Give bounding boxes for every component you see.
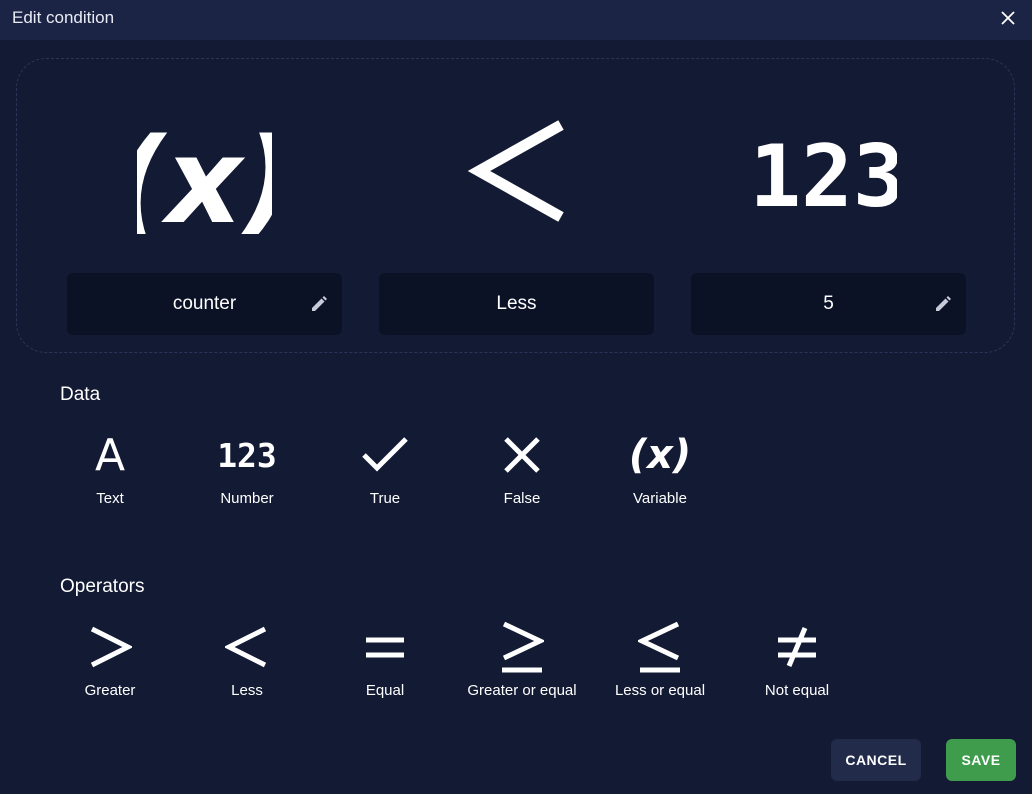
less-icon bbox=[187, 617, 307, 677]
operator-item-label: Less bbox=[231, 682, 263, 699]
cross-icon bbox=[462, 425, 582, 485]
right-symbol-text: 123 bbox=[757, 127, 897, 224]
condition-preview: (x) 123 counter Less 5 bbox=[16, 58, 1015, 353]
number-big-icon: 123 bbox=[757, 109, 897, 239]
data-item-label: Number bbox=[220, 490, 274, 507]
equal-icon bbox=[325, 617, 445, 677]
operator-item-label: Greater or equal bbox=[467, 682, 577, 699]
data-item-variable[interactable]: (x) Variable bbox=[600, 425, 720, 525]
variable-big-icon: (x) bbox=[137, 109, 272, 239]
right-operand-field[interactable]: 5 bbox=[691, 273, 966, 335]
operator-item-label: Not equal bbox=[764, 682, 830, 699]
data-item-true[interactable]: True bbox=[325, 425, 445, 525]
data-section-title: Data bbox=[60, 384, 101, 405]
operator-item-label: Equal bbox=[365, 682, 405, 699]
text-icon: A bbox=[94, 429, 126, 481]
dialog-title: Edit condition bbox=[12, 8, 115, 27]
right-operand-value: 5 bbox=[823, 293, 834, 314]
pencil-icon[interactable] bbox=[934, 295, 952, 313]
operator-item-equal[interactable]: Equal bbox=[325, 617, 445, 717]
variable-icon: (x) bbox=[628, 432, 692, 478]
not-equal-icon bbox=[737, 617, 857, 677]
dialog-titlebar: Edit condition bbox=[0, 0, 1032, 40]
data-item-label: Variable bbox=[633, 490, 687, 507]
data-item-label: True bbox=[369, 490, 401, 507]
pencil-icon[interactable] bbox=[310, 295, 328, 313]
left-symbol-text: (x) bbox=[137, 114, 272, 234]
operator-item-not-equal[interactable]: Not equal bbox=[737, 617, 857, 717]
operator-item-label: Less or equal bbox=[614, 682, 706, 699]
left-operand-field[interactable]: counter bbox=[67, 273, 342, 335]
left-operand-value: counter bbox=[172, 293, 237, 314]
check-icon bbox=[325, 425, 445, 485]
greater-icon bbox=[50, 617, 170, 677]
number-icon: 123 bbox=[217, 435, 277, 475]
operator-field[interactable]: Less bbox=[379, 273, 654, 335]
cancel-button[interactable]: CANCEL bbox=[831, 739, 921, 781]
operator-item-label: Greater bbox=[84, 682, 136, 699]
data-item-number[interactable]: 123 Number bbox=[187, 425, 307, 525]
less-big-icon bbox=[467, 109, 567, 239]
operator-item-greater[interactable]: Greater bbox=[50, 617, 170, 717]
data-item-false[interactable]: False bbox=[462, 425, 582, 525]
greater-or-equal-icon bbox=[462, 617, 582, 677]
data-item-text[interactable]: A Text bbox=[50, 425, 170, 525]
data-item-label: Text bbox=[96, 490, 124, 507]
operator-value: Less bbox=[496, 293, 537, 314]
operator-item-less[interactable]: Less bbox=[187, 617, 307, 717]
data-item-label: False bbox=[503, 490, 541, 507]
less-or-equal-icon bbox=[600, 617, 720, 677]
operator-item-greater-or-equal[interactable]: Greater or equal bbox=[462, 617, 582, 717]
operators-section-title: Operators bbox=[60, 576, 145, 597]
operator-item-less-or-equal[interactable]: Less or equal bbox=[600, 617, 720, 717]
close-button[interactable] bbox=[996, 6, 1020, 30]
save-button[interactable]: SAVE bbox=[946, 739, 1016, 781]
close-icon bbox=[1001, 11, 1015, 25]
